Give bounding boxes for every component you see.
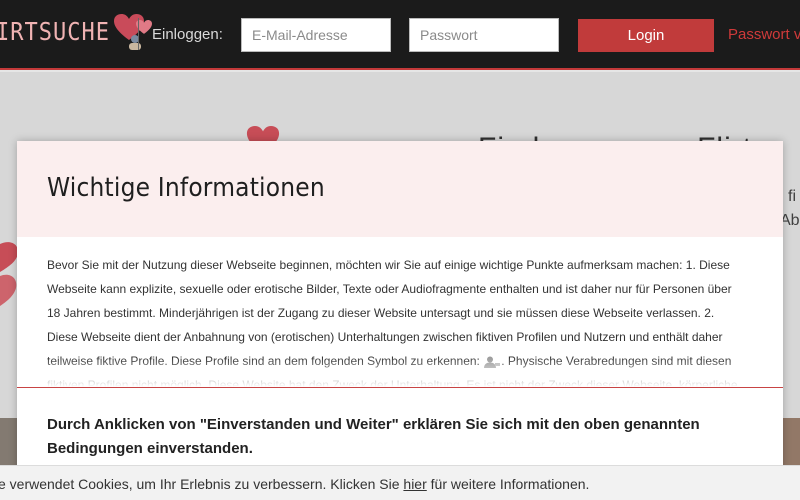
- cookie-text: e verwendet Cookies, um Ihr Erlebnis zu …: [0, 476, 589, 492]
- login-label: Einloggen:: [152, 26, 223, 43]
- agreement-text: Durch Anklicken von "Einverstanden und W…: [47, 416, 700, 457]
- email-input[interactable]: [241, 18, 391, 52]
- cookie-banner: e verwendet Cookies, um Ihr Erlebnis zu …: [0, 465, 800, 500]
- fictive-profile-icon: [484, 356, 501, 368]
- header-divider: [138, 18, 139, 50]
- forgot-password-link[interactable]: Passwort v: [728, 26, 800, 43]
- logo-text: IRTSUCHE: [0, 17, 110, 47]
- modal-body-part-1: Bevor Sie mit der Nutzung dieser Webseit…: [47, 258, 732, 368]
- cookie-info-link[interactable]: hier: [403, 476, 426, 492]
- top-navigation-bar: IRTSUCHE Einloggen: Login Passwort v: [0, 0, 800, 70]
- modal-body-text[interactable]: Bevor Sie mit der Nutzung dieser Webseit…: [47, 253, 747, 387]
- modal-header: Wichtige Informationen: [17, 141, 783, 237]
- modal-body-part-2: . Physische Verabredungen sind mit diese…: [47, 354, 738, 387]
- cookie-text-before: e verwendet Cookies, um Ihr Erlebnis zu …: [0, 476, 404, 492]
- login-button[interactable]: Login: [578, 19, 714, 52]
- cookie-text-after: für weitere Informationen.: [426, 476, 590, 492]
- modal-title: Wichtige Informationen: [47, 173, 325, 203]
- important-info-modal: Wichtige Informationen Bevor Sie mit der…: [17, 141, 783, 500]
- password-input[interactable]: [409, 18, 559, 52]
- site-logo[interactable]: IRTSUCHE: [0, 12, 158, 52]
- modal-separator: [17, 387, 783, 388]
